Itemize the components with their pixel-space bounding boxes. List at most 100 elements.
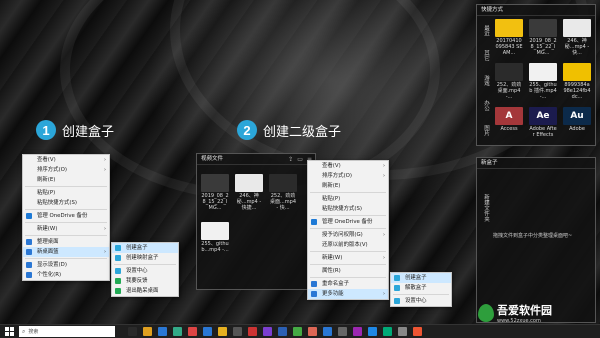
video-box[interactable]: 视频文件 ⇪▭≡ 2019_08_28_15_22_IMG...246、神秘..… bbox=[196, 153, 316, 290]
taskbar-app-icon[interactable] bbox=[233, 327, 242, 336]
taskbar-app-icon[interactable] bbox=[158, 327, 167, 336]
menu-item-label: 刷新(E) bbox=[322, 183, 341, 189]
menu-item[interactable]: 查看(V) › bbox=[308, 161, 388, 171]
start-icon[interactable] bbox=[5, 327, 14, 336]
menu-item[interactable]: 设置中心 bbox=[112, 266, 178, 276]
menu-item[interactable]: 还原以前的版本(V) bbox=[308, 240, 388, 250]
file-tile[interactable]: 252、劲劲桌面...mp4 - 快... bbox=[269, 174, 297, 211]
box-context-menu: 查看(V) › 排序方式(O) › 刷新(E) 粘贴(P) 粘贴快捷方式(S) 管理 OneD… bbox=[307, 160, 389, 300]
more-functions-submenu: 创建盒子 解散盒子设置中心 bbox=[390, 272, 452, 307]
menu-item-icon bbox=[115, 268, 121, 274]
category-tab[interactable]: 其它 bbox=[477, 44, 490, 66]
file-tile[interactable]: 20170410095843 SEAM... bbox=[495, 19, 523, 56]
step-number: 1 bbox=[36, 120, 56, 140]
menu-separator bbox=[310, 228, 386, 229]
file-tile[interactable]: 246、神秘...mp4 - 快捷... bbox=[235, 174, 263, 211]
file-tile[interactable]: A Access bbox=[495, 107, 523, 132]
taskbar-app-icon[interactable] bbox=[413, 327, 422, 336]
file-name: 252、劲劲桌面...mp4 - 快... bbox=[270, 193, 296, 211]
taskbar-app-icon[interactable] bbox=[368, 327, 377, 336]
file-thumbnail bbox=[529, 63, 557, 81]
menu-item[interactable]: 授予访问权限(G) › bbox=[308, 230, 388, 240]
taskbar-app-icon[interactable] bbox=[128, 327, 137, 336]
menu-item-icon bbox=[115, 255, 121, 261]
menu-item[interactable]: 刷新(E) bbox=[23, 175, 109, 185]
menu-item-label: 新桌面篮 bbox=[37, 249, 59, 255]
menu-item[interactable]: 退出酷呆桌面 bbox=[112, 286, 178, 296]
file-tile[interactable]: Ae Adobe After Effects bbox=[529, 107, 557, 138]
category-tab[interactable]: 办公 bbox=[477, 94, 490, 116]
taskbar-app-icon[interactable] bbox=[323, 327, 332, 336]
menu-item[interactable]: 创建盒子 bbox=[112, 243, 178, 253]
file-tile[interactable]: 255、github...mp4 -... bbox=[201, 222, 229, 253]
menu-item[interactable]: 属性(R) bbox=[308, 266, 388, 276]
taskbar-app-icon[interactable] bbox=[353, 327, 362, 336]
box-title-bar[interactable]: 新盒子 bbox=[477, 158, 595, 169]
menu-item[interactable]: 重命名盒子 bbox=[308, 279, 388, 289]
category-tab[interactable]: 图片 bbox=[477, 119, 490, 141]
taskbar-app-icon[interactable] bbox=[398, 327, 407, 336]
file-tile[interactable]: 2019_08_28_15_22_IMG... bbox=[529, 19, 557, 56]
menu-item-label: 整理桌面 bbox=[37, 239, 59, 245]
menu-item[interactable]: 新建(W) › bbox=[308, 253, 388, 263]
menu-item[interactable]: 显示设置(D) bbox=[23, 260, 109, 270]
file-tile[interactable]: 255、github 插件.mp4 -... bbox=[529, 63, 557, 100]
menu-item-label: 刷新(E) bbox=[37, 177, 56, 183]
menu-item[interactable]: 整理桌面 bbox=[23, 237, 109, 247]
menu-item[interactable]: 排序方式(O) › bbox=[23, 165, 109, 175]
file-tile[interactable]: Au Adobe bbox=[563, 107, 591, 132]
file-tile[interactable]: 246、神秘...mp4 - 快... bbox=[563, 19, 591, 56]
menu-item[interactable]: 粘贴(P) bbox=[23, 188, 109, 198]
category-tab[interactable]: 游戏 bbox=[477, 69, 490, 91]
chevron-right-icon: › bbox=[104, 157, 106, 163]
taskbar-app-icon[interactable] bbox=[278, 327, 287, 336]
taskbar-app-icon[interactable] bbox=[218, 327, 227, 336]
window-icon[interactable]: ▭ bbox=[297, 154, 303, 165]
menu-item[interactable]: 刷新(E) bbox=[308, 181, 388, 191]
taskbar-app-icon[interactable] bbox=[383, 327, 392, 336]
menu-item[interactable]: 查看(V) › bbox=[23, 155, 109, 165]
menu-item[interactable]: 管理 OneDrive 备份 bbox=[308, 217, 388, 227]
menu-item[interactable]: 粘贴(P) bbox=[308, 194, 388, 204]
category-tab[interactable]: 最近 bbox=[477, 19, 490, 41]
menu-item[interactable]: 新桌面篮 › bbox=[23, 247, 109, 257]
new-box[interactable]: 新盒子 新建文件夹 拖拽文件到盒子中分类整理桌面吧~ bbox=[476, 157, 596, 323]
menu-item[interactable]: 设置中心 bbox=[391, 296, 451, 306]
menu-item-label: 粘贴(P) bbox=[322, 196, 341, 202]
taskbar-app-icon[interactable] bbox=[308, 327, 317, 336]
menu-item[interactable]: 创建盒子 bbox=[391, 273, 451, 283]
taskbar-app-icon[interactable] bbox=[173, 327, 182, 336]
menu-item[interactable]: 新建(W) › bbox=[23, 224, 109, 234]
share-icon[interactable]: ⇪ bbox=[288, 154, 293, 165]
file-tile[interactable]: 2019_08_28_15_22_IMG... bbox=[201, 174, 229, 211]
taskbar-app-icon[interactable] bbox=[293, 327, 302, 336]
menu-item[interactable]: 更多功能 › bbox=[308, 289, 388, 299]
menu-item-label: 我要反馈 bbox=[126, 278, 148, 284]
menu-separator bbox=[393, 294, 449, 295]
menu-item[interactable]: 排序方式(O) › bbox=[308, 171, 388, 181]
taskbar-app-icon[interactable] bbox=[248, 327, 257, 336]
new-folder-tab[interactable]: 新建文件夹 bbox=[477, 188, 490, 228]
menu-item[interactable]: 个性化(R) bbox=[23, 270, 109, 280]
box-title-bar[interactable]: 视频文件 ⇪▭≡ bbox=[197, 154, 315, 165]
taskbar-app-icon[interactable] bbox=[143, 327, 152, 336]
menu-separator bbox=[310, 192, 386, 193]
menu-item-label: 管理 OneDrive 备份 bbox=[322, 219, 373, 225]
menu-item[interactable]: 解散盒子 bbox=[391, 283, 451, 293]
file-tile[interactable]: 252、劲劲桌面.mp4 -... bbox=[495, 63, 523, 100]
menu-item[interactable]: 管理 OneDrive 备份 bbox=[23, 211, 109, 221]
taskbar-app-icon[interactable] bbox=[263, 327, 272, 336]
taskbar-app-icon[interactable] bbox=[338, 327, 347, 336]
menu-item[interactable]: 我要反馈 bbox=[112, 276, 178, 286]
file-tile[interactable]: 8999384a98e124fb4dc... bbox=[563, 63, 591, 100]
menu-item[interactable]: 粘贴快捷方式(S) bbox=[23, 198, 109, 208]
taskbar-app-icon[interactable] bbox=[188, 327, 197, 336]
taskbar-app-icon[interactable] bbox=[203, 327, 212, 336]
menu-item[interactable]: 创建映射盒子 bbox=[112, 253, 178, 263]
menu-item[interactable]: 粘贴快捷方式(S) bbox=[308, 204, 388, 214]
menu-item-icon bbox=[311, 291, 317, 297]
shortcut-box[interactable]: 快捷方式 最近其它游戏办公图片 20170410095843 SEAM... 20… bbox=[476, 4, 596, 146]
box-title-bar[interactable]: 快捷方式 bbox=[477, 5, 595, 16]
taskbar-search-box[interactable]: ⌕ 搜索 bbox=[19, 326, 115, 337]
file-name: Adobe After Effects bbox=[529, 126, 557, 138]
